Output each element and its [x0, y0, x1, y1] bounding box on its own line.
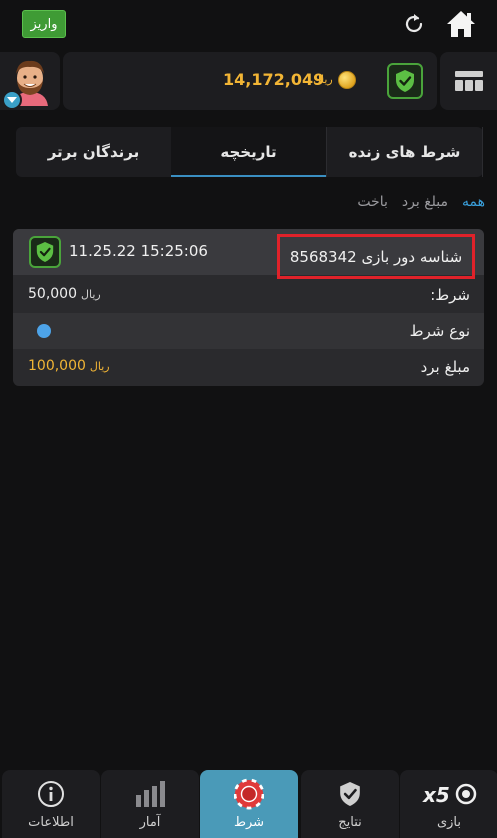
nav-stats[interactable]: آمار: [101, 770, 199, 838]
stats-icon: [135, 779, 165, 809]
coin-icon: [338, 71, 356, 89]
grid-menu-icon: [454, 71, 483, 91]
bet-color-dot: [37, 324, 51, 338]
round-timestamp: 11.25.22 15:25:06: [69, 242, 208, 260]
tab-history[interactable]: تاریخچه: [171, 127, 327, 177]
top-bar: واریز: [0, 0, 497, 48]
verify-round-button[interactable]: [29, 236, 61, 268]
nav-bet[interactable]: شرط: [200, 770, 298, 838]
nav-info[interactable]: اطلاعات: [2, 770, 100, 838]
refresh-icon[interactable]: [402, 12, 426, 36]
tab-live-bets[interactable]: شرط های زنده: [327, 127, 483, 177]
history-filters: باخت مبلغ برد همه: [357, 194, 485, 210]
bet-amount-row: :شرط 50,000 ریال: [13, 277, 484, 313]
bottom-nav: اطلاعات آمار شرط نتایج x5 بازی: [0, 770, 497, 838]
bet-type-row: نوع شرط: [13, 313, 484, 349]
avatar-panel[interactable]: [0, 52, 60, 110]
win-amount-value: 100,000 ریال: [28, 358, 110, 374]
info-icon: [36, 779, 66, 809]
shield-check-icon: [396, 70, 414, 92]
nav-results[interactable]: نتایج: [301, 770, 399, 838]
balance-currency: ریال: [313, 73, 333, 86]
menu-button[interactable]: [440, 52, 497, 110]
balance-amount: 14,172,049: [223, 70, 325, 89]
bet-tabs: برندگان برتر تاریخچه شرط های زنده: [16, 127, 483, 177]
bet-type-label: نوع شرط: [409, 322, 470, 340]
x50-logo-icon: x5: [421, 779, 477, 809]
tab-top-winners[interactable]: برندگان برتر: [16, 127, 171, 177]
bet-history-card[interactable]: 11.25.22 15:25:06 شناسه دور بازی 8568342…: [13, 229, 484, 386]
provably-fair-button[interactable]: [387, 63, 423, 99]
filter-lose[interactable]: باخت: [357, 194, 388, 210]
svg-text:x5: x5: [422, 783, 450, 807]
win-amount-row: مبلغ برد 100,000 ریال: [13, 349, 484, 385]
bet-amount-label: :شرط: [430, 286, 470, 304]
avatar-badge-icon: [2, 90, 22, 110]
home-icon[interactable]: [445, 9, 477, 39]
shield-check-icon: [36, 242, 54, 262]
deposit-button[interactable]: واریز: [22, 10, 66, 38]
filter-win-amount[interactable]: مبلغ برد: [402, 194, 448, 210]
win-amount-label: مبلغ برد: [420, 358, 470, 376]
balance-panel: 14,172,049 ریال: [63, 52, 437, 110]
filter-all[interactable]: همه: [462, 194, 485, 210]
round-id: شناسه دور بازی 8568342: [277, 234, 475, 279]
shield-check-icon: [335, 779, 365, 809]
nav-game[interactable]: x5 بازی: [400, 770, 497, 838]
bet-amount-value: 50,000 ریال: [28, 286, 101, 302]
chip-icon: [234, 778, 264, 810]
